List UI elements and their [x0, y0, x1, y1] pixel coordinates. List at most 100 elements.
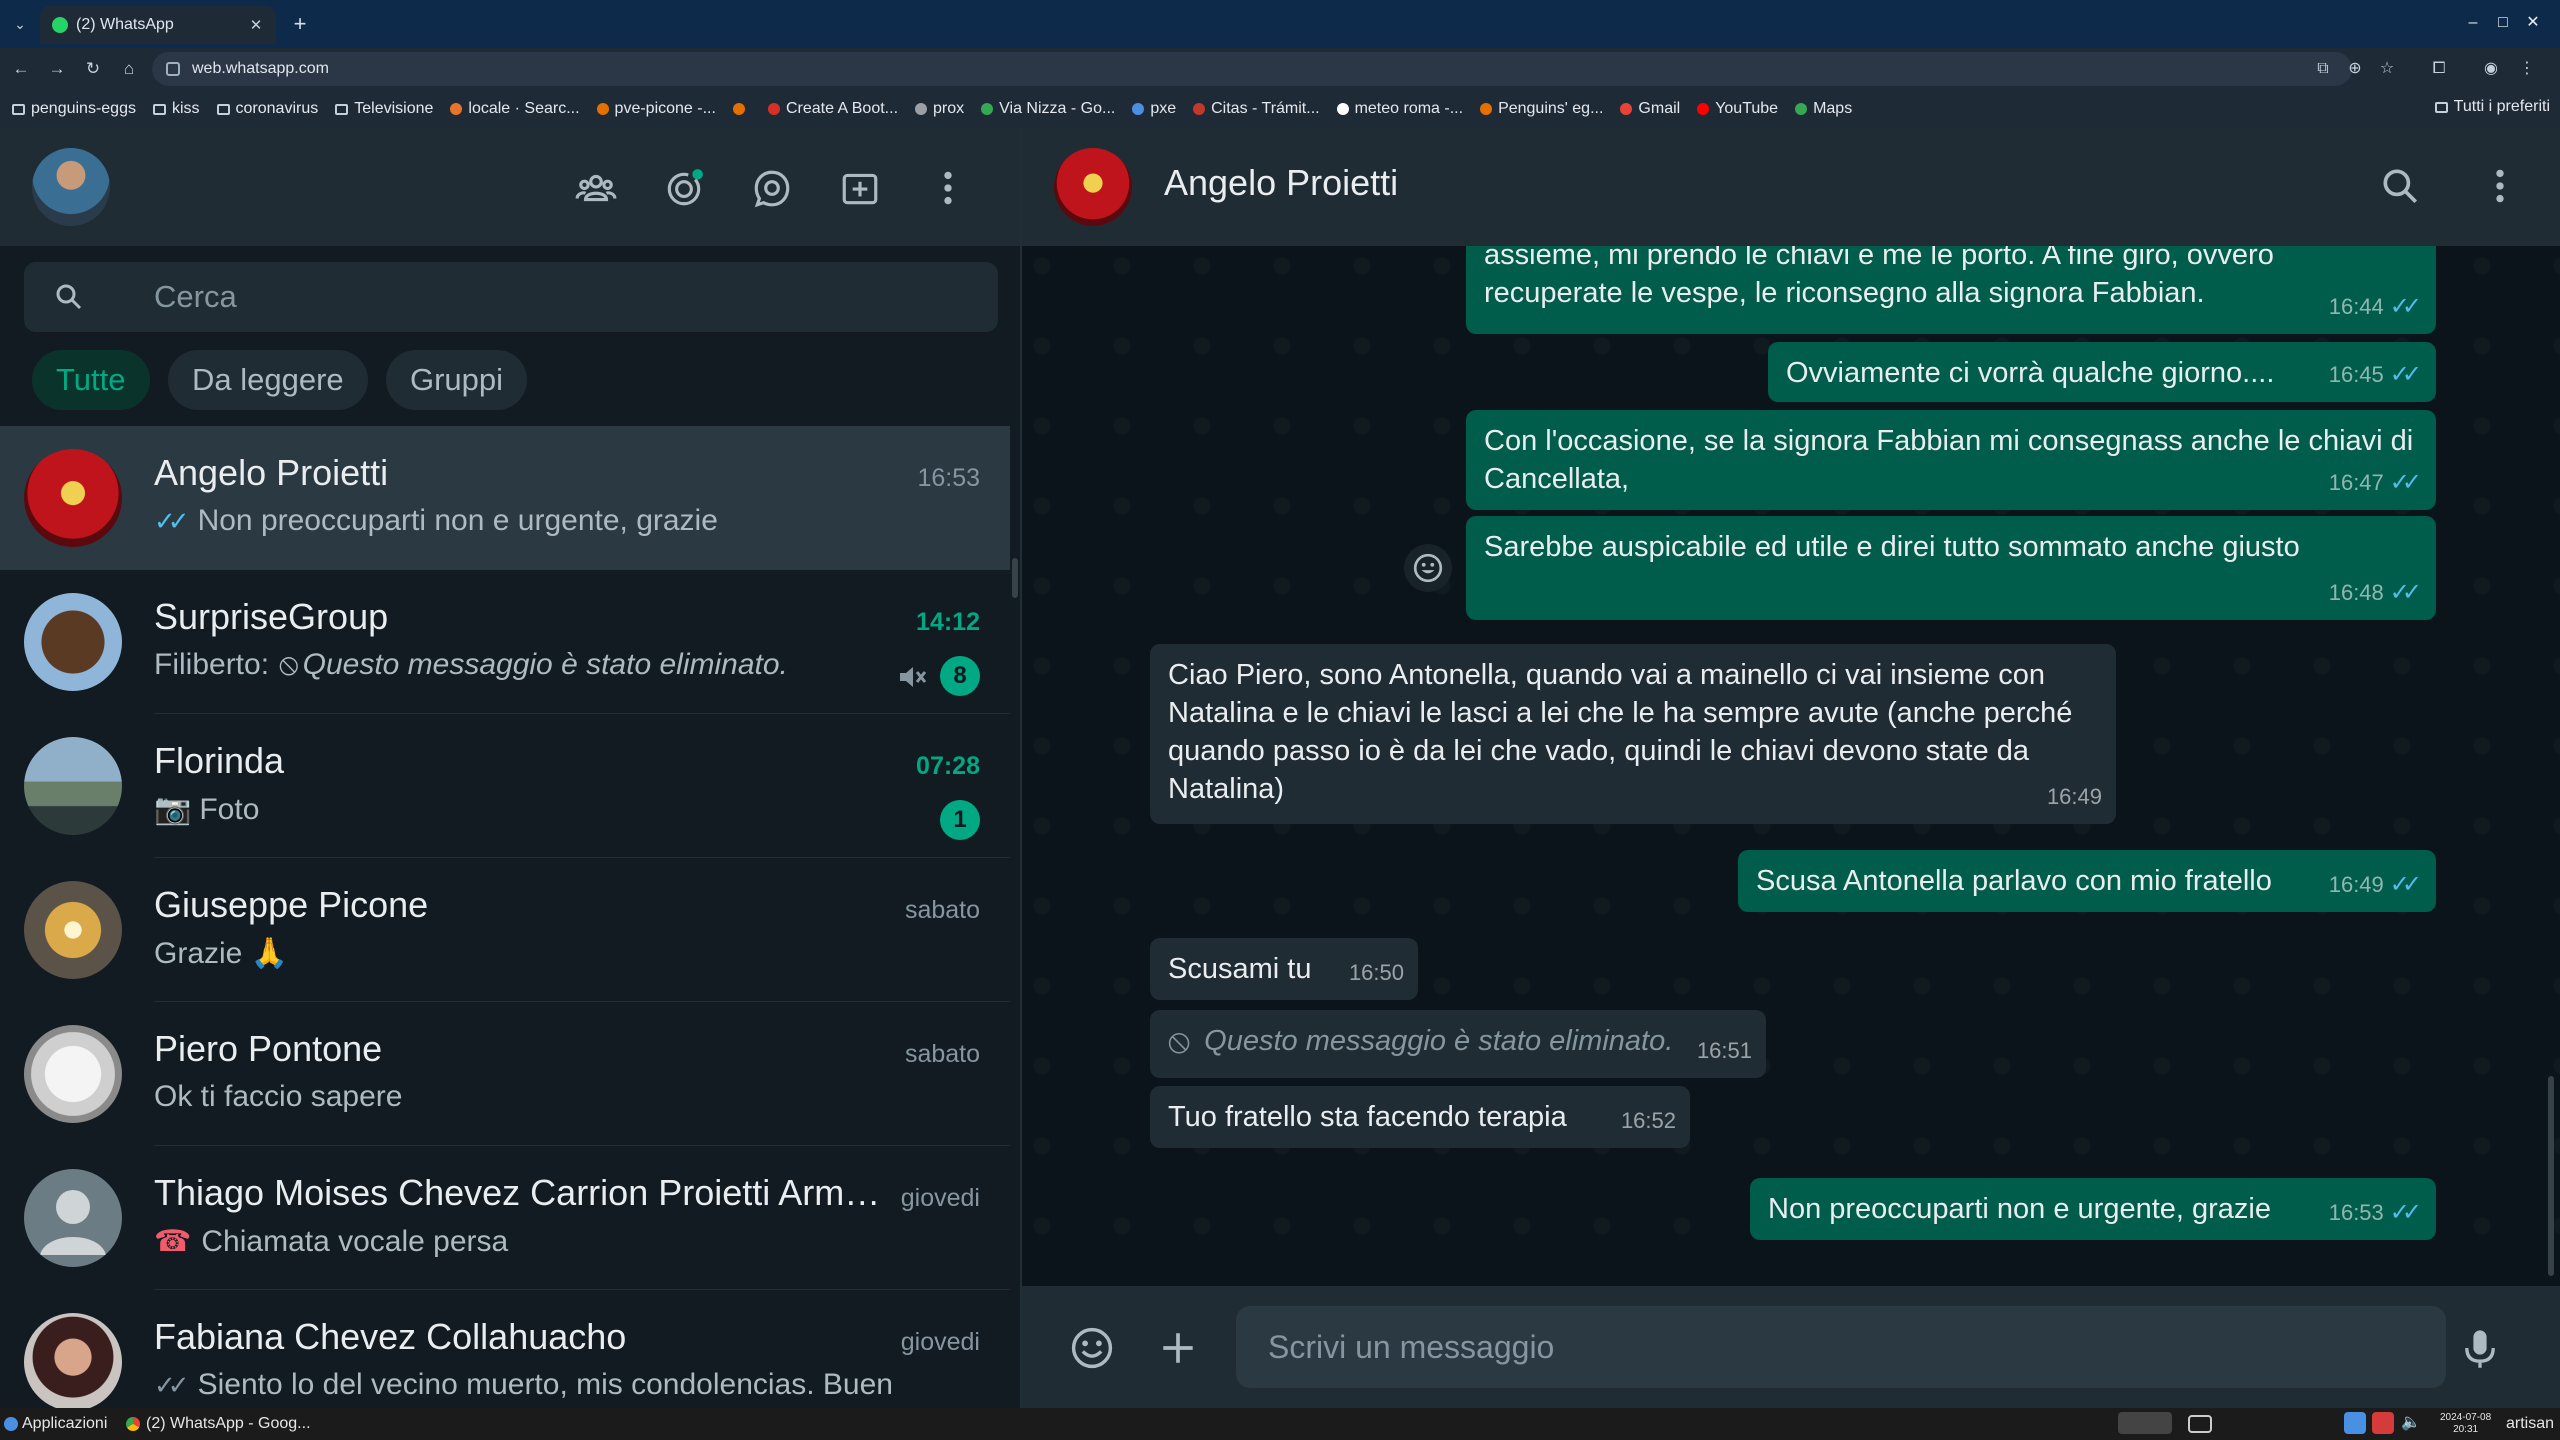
search-icon[interactable]	[2376, 162, 2424, 210]
bookmark-star-icon[interactable]: ☆	[2374, 56, 2400, 82]
bookmark-item[interactable]: meteo roma -...	[1336, 100, 1463, 118]
folder-icon	[216, 103, 230, 115]
attach-plus-icon[interactable]	[1152, 1322, 1204, 1374]
message-in[interactable]: Tuo fratello sta facendo terapia 16:52	[1150, 1086, 1690, 1148]
bookmark-item[interactable]: Create A Boot...	[767, 100, 898, 118]
message-out[interactable]: Scusa Antonella parlavo con mio fratello…	[1738, 850, 2436, 912]
bookmark-item[interactable]: locale · Searc...	[450, 100, 580, 118]
chat-list-panel: Cerca Tutte Da leggere Gruppi Angelo Pro…	[0, 128, 1022, 1408]
bookmark-item[interactable]	[732, 103, 751, 115]
search-input[interactable]: Cerca	[154, 262, 237, 332]
bookmark-item[interactable]: kiss	[152, 100, 200, 118]
site-info-icon[interactable]	[166, 62, 180, 76]
os-taskbar: Applicazioni (2) WhatsApp - Goog... 🔈 20…	[0, 1408, 2560, 1440]
message-in[interactable]: Ciao Piero, sono Antonella, quando vai a…	[1150, 644, 2116, 824]
avatar	[24, 1025, 122, 1123]
bookmark-item[interactable]: pve-picone -...	[596, 100, 716, 118]
message-out[interactable]: assieme, mi prendo le chiavi e me le por…	[1466, 246, 2436, 334]
bookmark-item[interactable]: coronavirus	[216, 100, 318, 118]
message-out[interactable]: Non preoccuparti non e urgente, grazie 1…	[1750, 1178, 2436, 1240]
profile-icon[interactable]: ◉	[2478, 56, 2504, 82]
conversation-header[interactable]: Angelo Proietti	[1022, 128, 2560, 246]
bookmark-item[interactable]: Citas - Trámit...	[1193, 100, 1320, 118]
bookmark-item[interactable]: Gmail	[1620, 100, 1680, 118]
bookmark-item[interactable]: YouTube	[1697, 100, 1778, 118]
bookmark-item[interactable]: Penguins' eg...	[1480, 100, 1603, 118]
chat-item-angelo-proietti[interactable]: Angelo Proietti 16:53 ✓✓ Non preoccuparti…	[0, 426, 1010, 570]
double-check-icon: ✓✓	[154, 1369, 189, 1400]
filter-all[interactable]: Tutte	[32, 350, 150, 410]
status-icon[interactable]	[660, 164, 708, 212]
filter-unread[interactable]: Da leggere	[168, 350, 368, 410]
message-out[interactable]: Sarebbe auspicabile ed utile e direi tut…	[1466, 516, 2436, 620]
home-icon[interactable]: ⌂	[116, 56, 142, 82]
chat-item-piero-pontone[interactable]: Piero Pontone sabato Ok ti faccio sapere	[0, 1002, 1010, 1146]
filter-groups[interactable]: Gruppi	[386, 350, 528, 410]
site-icon	[915, 103, 928, 115]
address-bar[interactable]: web.whatsapp.com	[152, 52, 2352, 86]
user-name[interactable]: artisan	[2506, 1408, 2554, 1440]
bookmark-item[interactable]: prox	[915, 100, 964, 118]
message-scrollbar[interactable]	[2548, 1076, 2554, 1276]
browser-menu-icon[interactable]: ⋮	[2514, 56, 2540, 82]
update-icon[interactable]	[2372, 1412, 2394, 1434]
back-icon[interactable]: ←	[8, 56, 34, 82]
search-box[interactable]: Cerca	[24, 262, 998, 332]
menu-icon[interactable]	[2476, 162, 2524, 210]
message-in-deleted[interactable]: ⦸ Questo messaggio è stato eliminato. 16:…	[1150, 1010, 1766, 1078]
maximize-icon[interactable]: □	[2490, 10, 2516, 36]
applications-menu[interactable]: Applicazioni	[4, 1408, 107, 1440]
tab-whatsapp[interactable]: (2) WhatsApp ✕	[40, 6, 276, 44]
forward-icon[interactable]: →	[44, 56, 70, 82]
menu-icon[interactable]	[924, 164, 972, 212]
bookmark-item[interactable]: Via Nizza - Go...	[981, 100, 1115, 118]
tab-close-icon[interactable]: ✕	[248, 16, 264, 34]
site-icon	[732, 103, 745, 115]
contact-avatar[interactable]	[1054, 148, 1132, 226]
close-window-icon[interactable]: ✕	[2520, 10, 2546, 36]
zoom-icon[interactable]: ⊕	[2342, 56, 2368, 82]
volume-icon[interactable]: 🔈	[2400, 1412, 2422, 1434]
minimize-icon[interactable]: –	[2460, 10, 2486, 36]
emoji-icon[interactable]	[1066, 1322, 1118, 1374]
folder-icon	[335, 103, 349, 115]
contact-name[interactable]: Angelo Proietti	[1164, 162, 1398, 204]
chat-name: Fabiana Chevez Collahuacho	[154, 1316, 627, 1357]
chat-list-scrollbar[interactable]	[1012, 558, 1018, 598]
network-icon[interactable]	[2344, 1412, 2366, 1434]
chat-item-thiago[interactable]: Thiago Moises Chevez Carrion Proietti Ar…	[0, 1146, 1010, 1290]
chat-item-fabiana[interactable]: Fabiana Chevez Collahuacho giovedi ✓✓ Sie…	[0, 1290, 1010, 1408]
taskbar-window-chrome[interactable]: (2) WhatsApp - Goog...	[126, 1408, 311, 1440]
double-check-icon: ✓✓	[2389, 361, 2422, 388]
communities-icon[interactable]	[572, 164, 620, 212]
my-avatar[interactable]	[32, 148, 110, 226]
message-out[interactable]: Ovviamente ci vorrà qualche giorno.... 1…	[1768, 342, 2436, 402]
chat-name: Angelo Proietti	[154, 452, 389, 493]
chat-item-surprisegroup[interactable]: SurpriseGroup 14:12 Filiberto: ⦸ Questo me…	[0, 570, 1010, 714]
workspace-switcher[interactable]	[2118, 1412, 2172, 1434]
message-in[interactable]: Scusami tu 16:50	[1150, 938, 1418, 1000]
reload-icon[interactable]: ↻	[80, 56, 106, 82]
chat-time: giovedi	[900, 1328, 980, 1356]
bookmark-item[interactable]: penguins-eggs	[12, 100, 136, 118]
message-out[interactable]: Con l'occasione, se la signora Fabbian m…	[1466, 410, 2436, 510]
chat-item-florinda[interactable]: Florinda 07:28 📷 Foto 1	[0, 714, 1010, 858]
channels-icon[interactable]	[748, 164, 796, 212]
microphone-icon[interactable]	[2454, 1322, 2506, 1374]
chat-item-giuseppe-picone[interactable]: Giuseppe Picone sabato Grazie 🙏	[0, 858, 1010, 1002]
clock[interactable]: 2024-07-08 20:31	[2440, 1408, 2491, 1440]
chat-preview: 📷 Foto	[154, 792, 260, 827]
new-tab-icon[interactable]: +	[286, 10, 314, 38]
extensions-icon[interactable]: ⧠	[2426, 56, 2452, 82]
message-input[interactable]: Scrivi un messaggio	[1236, 1306, 2446, 1388]
show-desktop-icon[interactable]	[2188, 1415, 2212, 1433]
install-app-icon[interactable]: ⧉	[2310, 56, 2336, 82]
bookmark-item[interactable]: Maps	[1795, 100, 1852, 118]
muted-icon	[900, 667, 927, 687]
new-chat-icon[interactable]	[836, 164, 884, 212]
bookmark-item[interactable]: pxe	[1132, 100, 1176, 118]
emoji-reaction-icon[interactable]	[1404, 544, 1452, 592]
bookmark-item[interactable]: Televisione	[335, 100, 433, 118]
all-bookmarks[interactable]: Tutti i preferiti	[2434, 98, 2550, 116]
tab-search-icon[interactable]: ⌄	[8, 12, 32, 36]
